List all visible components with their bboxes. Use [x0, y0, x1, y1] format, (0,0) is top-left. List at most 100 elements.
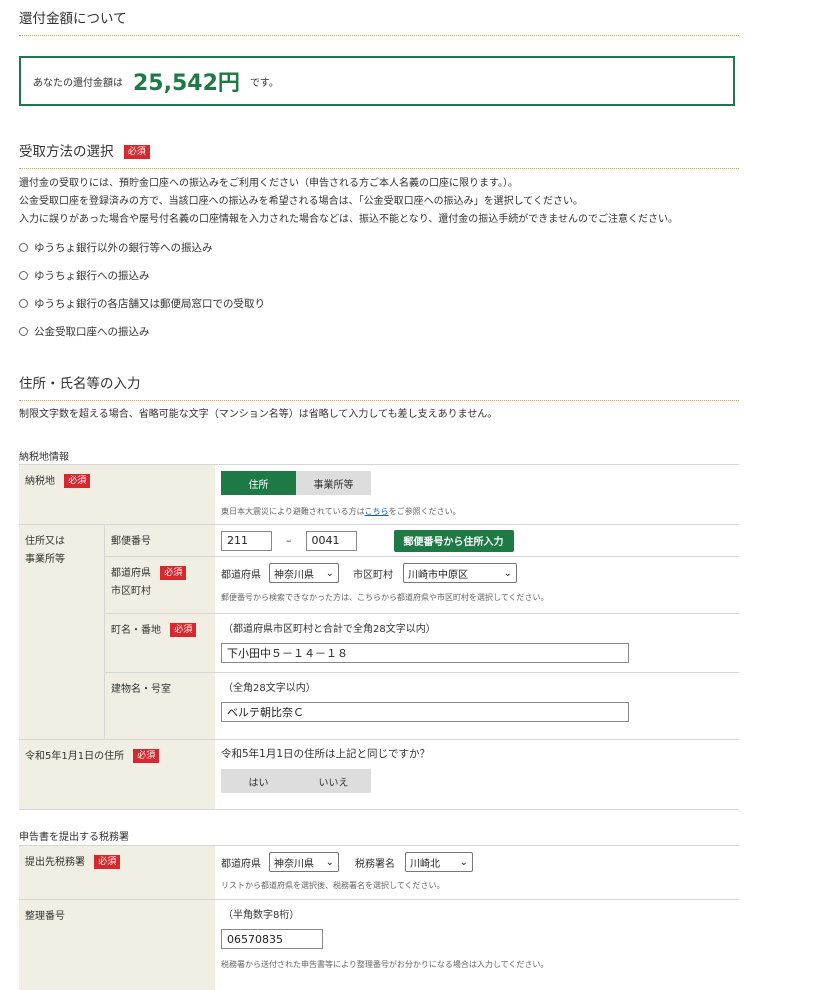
receipt-desc-line2: 公金受取口座を登録済みの方で、当該口座への振込みを希望される場合は、「公金受取口… [19, 196, 583, 207]
building-input[interactable]: ベルテ朝比奈Ｃ [221, 702, 629, 722]
ref-value-cell: （半角数字8桁） 06570835 税務署から送付された申告書等により整理番号が… [215, 900, 739, 990]
pref-city-label-1: 都道府県 [111, 568, 151, 579]
address-form-table: 納税地 必須 住所 事業所等 東日本大震災により避難されている方はこちらをご参照… [19, 464, 739, 810]
address-group-label-1: 住所又は [25, 536, 65, 547]
town-hint: （都道府県市区町村と合計で全角28文字以内） [223, 624, 436, 635]
address-group-row: 住所又は 事業所等 郵便番号 211 – 0041 郵便番号から住所入力 都道府… [19, 525, 739, 740]
radio-label: ゆうちょ銀行の各店舗又は郵便局窓口での受取り [34, 298, 265, 310]
disaster-note-pre: 東日本大震災により避難されている方は [221, 507, 365, 516]
office-select[interactable]: 川崎北 ⌄ [405, 852, 473, 872]
tax-office-value-cell: 都道府県 神奈川県 ⌄ 税務署名 川崎北 ⌄ リストから都道府県を選択後、税務署… [215, 846, 739, 899]
tax-place-toggle: 住所 事業所等 [221, 471, 733, 495]
postal-value-cell: 211 – 0041 郵便番号から住所入力 [215, 525, 739, 556]
town-label: 町名・番地 [111, 625, 161, 636]
pref-select-value: 神奈川県 [274, 569, 314, 581]
reiwa-label-cell: 令和5年1月1日の住所 必須 [19, 740, 215, 809]
tax-place-label-cell: 納税地 必須 [19, 465, 215, 524]
radio-option-public-account[interactable]: 公金受取口座への振込み [19, 324, 150, 339]
pref-select[interactable]: 神奈川県 ⌄ [269, 563, 339, 583]
address-group-label-2: 事業所等 [25, 554, 65, 565]
toggle-office-button[interactable]: 事業所等 [296, 471, 371, 495]
receipt-title-text: 受取方法の選択 [19, 144, 114, 160]
town-value-cell: （都道府県市区町村と合計で全角28文字以内） 下小田中５－１４－１８ [215, 614, 739, 672]
reference-number-input[interactable]: 06570835 [221, 929, 323, 949]
radio-option-bank[interactable]: ゆうちょ銀行以外の銀行等への振込み [19, 240, 213, 255]
office-pref-select[interactable]: 神奈川県 ⌄ [269, 852, 339, 872]
required-badge: 必須 [170, 623, 197, 637]
radio-label: ゆうちょ銀行への振込み [34, 270, 150, 282]
reiwa-question: 令和5年1月1日の住所は上記と同じですか？ [221, 748, 431, 760]
office-pref-select-value: 神奈川県 [274, 858, 314, 870]
postal-row: 郵便番号 211 – 0041 郵便番号から住所入力 [105, 525, 739, 557]
postal-dash: – [286, 534, 292, 547]
town-input[interactable]: 下小田中５－１４－１８ [221, 643, 629, 663]
pref-city-row: 都道府県 必須 市区町村 都道府県 神奈川県 ⌄ 市区町村 川崎市中原区 ⌄ 郵… [105, 557, 739, 614]
tax-place-heading: 納税地情報 [19, 452, 69, 463]
radio-circle[interactable] [19, 327, 28, 336]
city-select[interactable]: 川崎市中原区 ⌄ [403, 563, 517, 583]
postal-lookup-button[interactable]: 郵便番号から住所入力 [393, 529, 514, 552]
address-section-title: 住所・氏名等の入力 [19, 372, 739, 401]
disaster-note-post: をご参照ください。 [388, 507, 461, 516]
office-pref-label: 都道府県 [221, 858, 261, 870]
disaster-note: 東日本大震災により避難されている方はこちらをご参照ください。 [221, 506, 733, 517]
office-name-label: 税務署名 [355, 858, 395, 870]
pref-city-label-2: 市区町村 [111, 586, 151, 597]
chevron-down-icon: ⌄ [459, 856, 468, 868]
building-row: 建物名・号室 （全角28文字以内） ベルテ朝比奈Ｃ [105, 673, 739, 739]
radio-circle[interactable] [19, 271, 28, 280]
refund-amount-box: あなたの還付金額は 25,542円 です。 [19, 56, 735, 106]
required-badge: 必須 [94, 855, 121, 869]
toggle-home-button[interactable]: 住所 [221, 471, 296, 495]
tax-office-label: 提出先税務署 [25, 857, 85, 868]
reiwa-no-button[interactable]: いいえ [296, 769, 371, 793]
required-badge: 必須 [123, 145, 150, 159]
radio-circle[interactable] [19, 299, 28, 308]
address-subrows: 郵便番号 211 – 0041 郵便番号から住所入力 都道府県 必須 市区町村 [105, 525, 739, 739]
building-label-cell: 建物名・号室 [105, 673, 215, 739]
radio-option-yucho[interactable]: ゆうちょ銀行への振込み [19, 268, 150, 283]
chevron-down-icon: ⌄ [325, 567, 334, 579]
ref-label: 整理番号 [25, 911, 65, 922]
disaster-note-link[interactable]: こちら [365, 507, 389, 516]
city-select-value: 川崎市中原区 [408, 569, 468, 581]
address-description: 制限文字数を超える場合、省略可能な文字（マンション名等）は省略して入力しても差し… [19, 409, 498, 420]
reiwa-label: 令和5年1月1日の住所 [25, 751, 125, 762]
reiwa-address-row: 令和5年1月1日の住所 必須 令和5年1月1日の住所は上記と同じですか？ はい … [19, 740, 739, 810]
building-hint: （全角28文字以内） [223, 683, 316, 694]
tax-place-label: 納税地 [25, 476, 55, 487]
ref-label-cell: 整理番号 [19, 900, 215, 990]
receipt-description: 還付金の受取りには、預貯金口座への振込みをご利用ください（申告される方ご本人名義… [19, 175, 678, 229]
pref-note: 郵便番号から検索できなかった方は、こちらから都道府県や市区町村を選択してください… [221, 593, 549, 602]
pref-city-label-cell: 都道府県 必須 市区町村 [105, 557, 215, 613]
office-note: リストから都道府県を選択後、税務署名を選択してください。 [221, 881, 445, 890]
postal-label-cell: 郵便番号 [105, 525, 215, 556]
reiwa-yes-button[interactable]: はい [221, 769, 296, 793]
city-label: 市区町村 [353, 569, 393, 581]
reiwa-toggle: はい いいえ [221, 769, 733, 793]
tax-office-table: 提出先税務署 必須 都道府県 神奈川県 ⌄ 税務署名 川崎北 ⌄ リストから都道… [19, 845, 739, 990]
required-badge: 必須 [133, 749, 160, 763]
tax-place-value-cell: 住所 事業所等 東日本大震災により避難されている方はこちらをご参照ください。 [215, 465, 739, 524]
building-label: 建物名・号室 [111, 684, 171, 695]
chevron-down-icon: ⌄ [325, 856, 334, 868]
address-group-label-cell: 住所又は 事業所等 [19, 525, 105, 739]
ref-hint: （半角数字8桁） [223, 910, 300, 921]
postal-code-1-input[interactable]: 211 [221, 530, 272, 551]
radio-label: 公金受取口座への振込み [34, 326, 150, 338]
postal-code-2-input[interactable]: 0041 [305, 530, 357, 551]
required-badge: 必須 [64, 474, 91, 488]
receipt-section-title: 受取方法の選択 必須 [19, 140, 739, 169]
tax-office-row: 提出先税務署 必須 都道府県 神奈川県 ⌄ 税務署名 川崎北 ⌄ リストから都道… [19, 846, 739, 900]
receipt-desc-line3: 入力に誤りがあった場合や屋号付名義の口座情報を入力された場合などは、振込不能とな… [19, 214, 678, 225]
ref-note: 税務署から送付された申告書等により整理番号がお分かりになる場合は入力してください… [221, 960, 549, 969]
tax-place-row: 納税地 必須 住所 事業所等 東日本大震災により避難されている方はこちらをご参照… [19, 465, 739, 525]
chevron-down-icon: ⌄ [503, 567, 512, 579]
radio-option-yucho-counter[interactable]: ゆうちょ銀行の各店舗又は郵便局窓口での受取り [19, 296, 265, 311]
radio-circle[interactable] [19, 243, 28, 252]
reiwa-value-cell: 令和5年1月1日の住所は上記と同じですか？ はい いいえ [215, 740, 739, 809]
postal-label: 郵便番号 [111, 536, 151, 547]
office-select-value: 川崎北 [410, 858, 440, 870]
refund-section-title: 還付金額について [19, 7, 739, 36]
receipt-desc-line1: 還付金の受取りには、預貯金口座への振込みをご利用ください（申告される方ご本人名義… [19, 178, 518, 189]
